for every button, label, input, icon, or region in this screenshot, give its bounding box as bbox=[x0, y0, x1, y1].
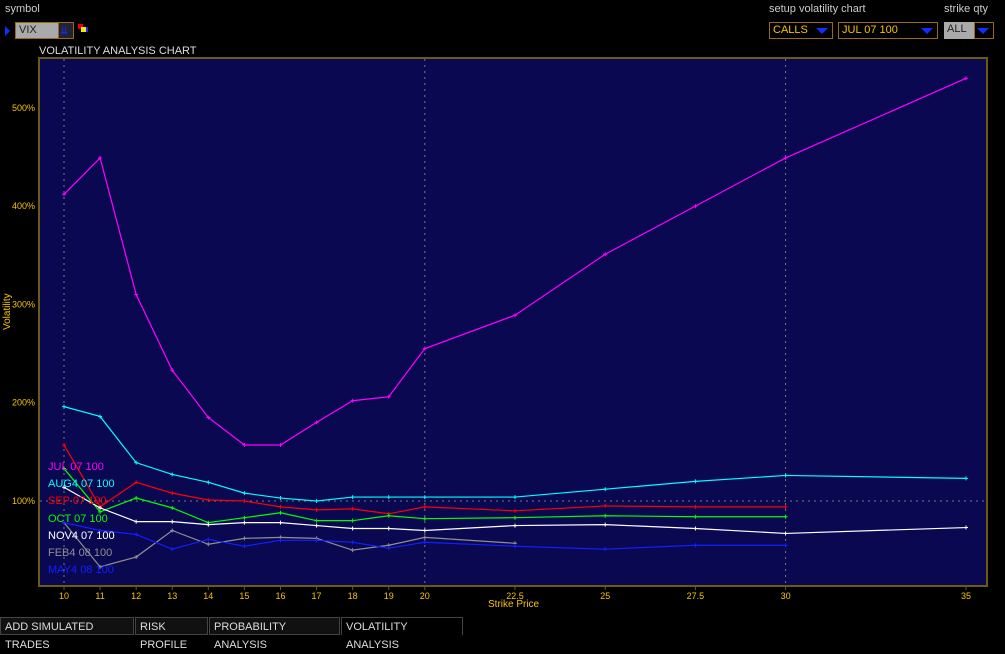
legend-item: MAY4 08 100 bbox=[48, 564, 114, 577]
x-axis-label: Strike Price bbox=[488, 599, 540, 610]
x-tick-label: 35 bbox=[961, 591, 971, 601]
x-tick-label: 12 bbox=[131, 591, 141, 601]
x-tick-label: 19 bbox=[384, 591, 394, 601]
x-tick-label: 25 bbox=[600, 591, 610, 601]
legend-item: AUG4 07 100 bbox=[48, 478, 115, 491]
tab-probability-analysis[interactable]: PROBABILITY ANALYSIS bbox=[209, 617, 340, 651]
legend-item: JUL 07 100 bbox=[48, 461, 104, 473]
y-tick-label: 400% bbox=[12, 201, 35, 211]
legend-item: OCT 07 100 bbox=[48, 512, 108, 525]
tab-risk-profile[interactable]: RISK PROFILE bbox=[135, 617, 208, 651]
y-tick-label: 100% bbox=[12, 496, 35, 506]
x-tick-label: 14 bbox=[203, 591, 213, 601]
x-tick-label: 17 bbox=[312, 591, 322, 601]
x-tick-label: 27.5 bbox=[687, 591, 705, 601]
legend-item: SEP 07 100 bbox=[48, 495, 107, 508]
y-tick-label: 200% bbox=[12, 398, 35, 408]
x-tick-label: 15 bbox=[239, 591, 249, 601]
volatility-chart: 10 11 12 13 14 15 16 17 18 19 20 22.5 25 27.5 30 35100%… bbox=[12, 57, 988, 601]
x-tick-label: 16 bbox=[275, 591, 285, 601]
x-tick-label: 11 bbox=[95, 591, 104, 601]
x-tick-label: 13 bbox=[167, 591, 177, 601]
x-tick-label: 10 bbox=[59, 591, 69, 601]
legend-item: FEB4 08 100 bbox=[48, 547, 113, 559]
plot-area bbox=[38, 57, 988, 587]
y-tick-label: 500% bbox=[12, 103, 35, 113]
y-tick-label: 300% bbox=[12, 299, 35, 309]
x-tick-label: 20 bbox=[420, 591, 430, 601]
legend-item: NOV4 07 100 bbox=[48, 529, 115, 542]
y-axis-label: Volatility bbox=[2, 293, 13, 330]
tab-volatility-analysis[interactable]: VOLATILITY ANALYSIS bbox=[341, 617, 463, 651]
x-tick-label: 30 bbox=[781, 591, 791, 601]
tab-add-simulated-trades[interactable]: ADD SIMULATED TRADES bbox=[0, 617, 134, 651]
x-tick-label: 18 bbox=[348, 591, 358, 601]
